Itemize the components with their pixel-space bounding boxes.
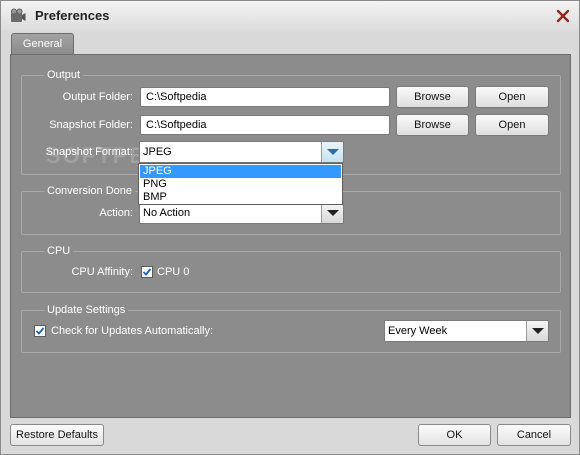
conversion-done-group-label: Conversion Done bbox=[44, 185, 135, 197]
cpu-group-label: CPU bbox=[44, 245, 74, 257]
cancel-button[interactable]: Cancel bbox=[497, 424, 571, 446]
snapshot-format-value: JPEG bbox=[143, 146, 172, 158]
snapshot-folder-label: Snapshot Folder: bbox=[49, 119, 133, 131]
snapshot-format-dropdown: JPEG PNG BMP bbox=[138, 163, 343, 205]
snapshot-open-button[interactable]: Open bbox=[475, 114, 549, 136]
check-updates-checkbox[interactable] bbox=[34, 325, 46, 337]
window-title: Preferences bbox=[35, 8, 110, 23]
cpu0-label: CPU 0 bbox=[157, 266, 190, 278]
cpu0-checkbox[interactable] bbox=[141, 266, 153, 278]
snapshot-format-select[interactable]: JPEG bbox=[139, 141, 344, 163]
snapshot-format-label: Snapshot Format: bbox=[45, 146, 133, 158]
action-label: Action: bbox=[99, 207, 133, 219]
dropdown-option-bmp[interactable]: BMP bbox=[140, 191, 341, 204]
chevron-down-icon[interactable] bbox=[526, 321, 548, 341]
cpu-affinity-label: CPU Affinity: bbox=[71, 266, 133, 278]
film-reel-icon bbox=[10, 8, 26, 24]
output-folder-label: Output Folder: bbox=[62, 91, 133, 103]
output-group-label: Output bbox=[44, 69, 84, 81]
snapshot-folder-field[interactable]: C:\Softpedia bbox=[140, 115, 390, 135]
chevron-down-icon[interactable] bbox=[321, 203, 343, 223]
action-select[interactable]: No Action bbox=[139, 202, 344, 224]
restore-defaults-button[interactable]: Restore Defaults bbox=[10, 424, 104, 446]
update-frequency-select[interactable]: Every Week bbox=[384, 320, 549, 342]
dropdown-option-png[interactable]: PNG bbox=[140, 178, 341, 191]
snapshot-browse-button[interactable]: Browse bbox=[396, 114, 469, 136]
output-open-button[interactable]: Open bbox=[475, 86, 549, 108]
close-icon[interactable] bbox=[554, 7, 572, 25]
dropdown-option-jpeg[interactable]: JPEG bbox=[140, 165, 341, 178]
action-value: No Action bbox=[143, 207, 191, 219]
output-browse-button[interactable]: Browse bbox=[396, 86, 469, 108]
update-frequency-value: Every Week bbox=[388, 325, 448, 337]
title-bar: Preferences bbox=[1, 1, 579, 31]
output-folder-field[interactable]: C:\Softpedia bbox=[140, 87, 390, 107]
chevron-down-icon[interactable] bbox=[321, 142, 343, 162]
tab-general[interactable]: General bbox=[11, 33, 74, 55]
ok-button[interactable]: OK bbox=[418, 424, 491, 446]
update-settings-group-label: Update Settings bbox=[44, 304, 129, 316]
preferences-window: Preferences General SOFTPEDIA Output Out… bbox=[0, 0, 580, 455]
general-panel: SOFTPEDIA Output Output Folder: C:\Softp… bbox=[10, 54, 571, 418]
check-updates-label: Check for Updates Automatically: bbox=[51, 325, 214, 337]
